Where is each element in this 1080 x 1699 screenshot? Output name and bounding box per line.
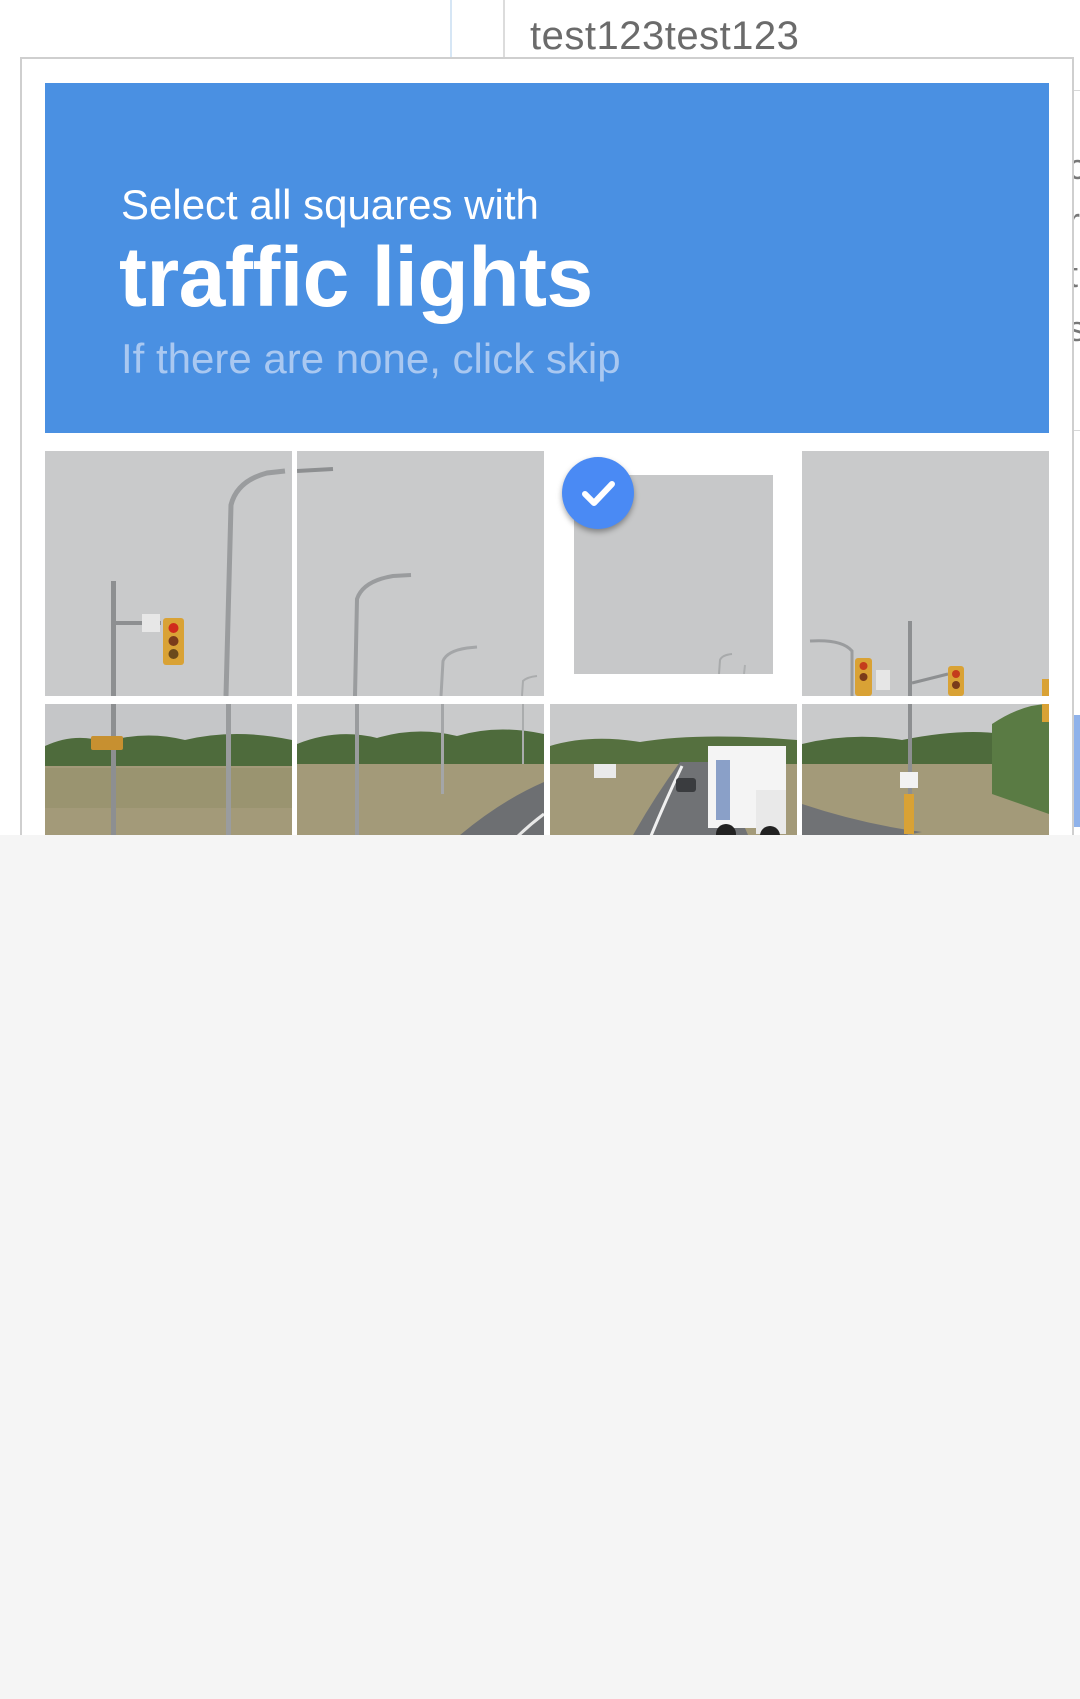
captcha-tile-2[interactable]	[297, 451, 544, 696]
street-image	[45, 704, 292, 835]
captcha-dialog: Select all squares with traffic lights I…	[20, 57, 1074, 835]
street-image	[297, 704, 544, 835]
captcha-tile-8[interactable]	[802, 704, 1049, 835]
street-image	[550, 704, 797, 835]
street-image	[297, 451, 544, 696]
target-object-label: traffic lights	[119, 230, 593, 324]
captcha-tile-7[interactable]	[550, 704, 797, 835]
captcha-header: Select all squares with traffic lights I…	[45, 83, 1049, 433]
divider	[503, 0, 505, 60]
captcha-tile-4[interactable]	[802, 451, 1049, 696]
checkmark-glyph	[582, 481, 615, 506]
captcha-tile-1[interactable]	[45, 451, 292, 696]
hint-text: If there are none, click skip	[121, 335, 621, 382]
instruction-text: Select all squares with	[121, 181, 539, 228]
background-field-value: test123test123	[530, 14, 800, 58]
captcha-tile-5[interactable]	[45, 704, 292, 835]
street-image	[802, 451, 1049, 696]
divider	[450, 0, 452, 60]
background-page: test123test123 c r t s Select all square…	[0, 0, 1080, 835]
street-image	[45, 451, 292, 696]
captcha-tile-6[interactable]	[297, 704, 544, 835]
street-image	[802, 704, 1049, 835]
checkmark-icon[interactable]	[562, 457, 634, 529]
